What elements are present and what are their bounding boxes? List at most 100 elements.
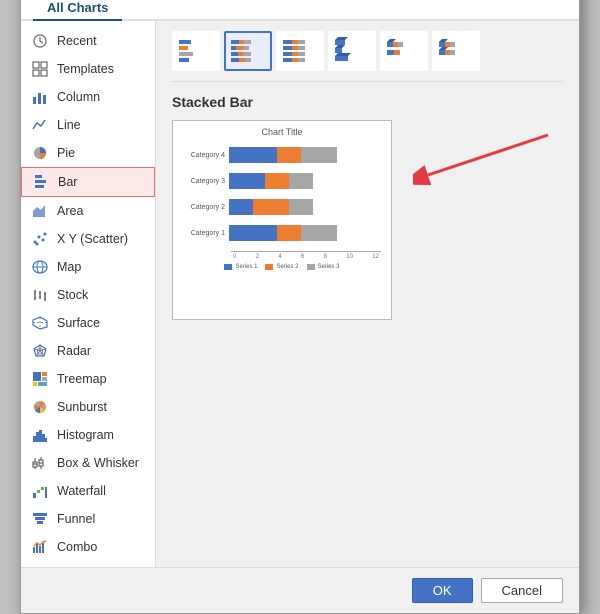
stock-icon [31, 286, 49, 304]
sidebar-item-area[interactable]: Area [21, 197, 155, 225]
treemap-icon [31, 370, 49, 388]
sidebar-item-column-label: Column [57, 90, 100, 104]
content-area: Recent Templates [21, 21, 579, 567]
chart-types-row [172, 31, 563, 82]
cat3-label: Category 3 [181, 178, 225, 185]
sidebar-item-scatter-label: X Y (Scatter) [57, 232, 128, 246]
sidebar-item-funnel[interactable]: Funnel [21, 505, 155, 533]
legend-series3: Series 3 [307, 264, 340, 270]
sidebar-item-combo[interactable]: Combo [21, 533, 155, 561]
sidebar-item-surface-label: Surface [57, 316, 100, 330]
legend: Series 1 Series 2 Series 3 [179, 264, 385, 270]
bar-row-cat3: Category 3 [229, 171, 381, 191]
chart-preview: Chart Title Category 4 Category 3 [172, 120, 392, 320]
combo-icon [31, 538, 49, 556]
cat1-s1 [229, 225, 277, 241]
sidebar-item-bar[interactable]: Bar [21, 167, 155, 197]
tab-all-charts[interactable]: All Charts [33, 0, 122, 21]
map-icon [31, 258, 49, 276]
sidebar-item-templates[interactable]: Templates [21, 55, 155, 83]
legend-s3-box [307, 264, 315, 270]
legend-series1: Series 1 [224, 264, 257, 270]
stacked-bar-btn[interactable] [224, 31, 272, 71]
sidebar-item-surface[interactable]: Surface [21, 309, 155, 337]
sidebar: Recent Templates [21, 21, 156, 567]
axis-ticks: 0 2 4 6 8 10 12 [231, 254, 381, 260]
surface-icon [31, 314, 49, 332]
preview-area: Chart Title Category 4 Category 3 [172, 120, 563, 557]
legend-s2-box [265, 264, 273, 270]
line-icon [31, 116, 49, 134]
axis-line [231, 251, 381, 252]
sidebar-item-bar-label: Bar [58, 175, 77, 189]
sidebar-item-map-label: Map [57, 260, 81, 274]
ok-button[interactable]: OK [412, 578, 473, 603]
arrow-area [402, 120, 563, 200]
cat2-label: Category 2 [181, 204, 225, 211]
sidebar-item-scatter[interactable]: X Y (Scatter) [21, 225, 155, 253]
sidebar-item-histogram-label: Histogram [57, 428, 114, 442]
column-icon [31, 88, 49, 106]
sidebar-item-funnel-label: Funnel [57, 512, 95, 526]
bar-row-cat2: Category 2 [229, 197, 381, 217]
main-panel: Stacked Bar Chart Title Category 4 [156, 21, 579, 567]
sidebar-item-column[interactable]: Column [21, 83, 155, 111]
cat3-s3 [289, 173, 313, 189]
bar-row-cat4: Category 4 [229, 145, 381, 165]
tabs-bar: All Charts [21, 0, 579, 21]
sidebar-item-map[interactable]: Map [21, 253, 155, 281]
sidebar-item-pie[interactable]: Pie [21, 139, 155, 167]
100-stacked-3d-bar-btn[interactable] [432, 31, 480, 71]
sidebar-item-histogram[interactable]: Histogram [21, 421, 155, 449]
pie-icon [31, 144, 49, 162]
sidebar-item-waterfall-label: Waterfall [57, 484, 106, 498]
cat4-s3 [301, 147, 337, 163]
funnel-icon [31, 510, 49, 528]
sidebar-item-recent[interactable]: Recent [21, 27, 155, 55]
sidebar-item-recent-label: Recent [57, 34, 97, 48]
insert-chart-dialog: Insert Chart ? ✕ All Charts Recent [20, 0, 580, 614]
sidebar-item-line[interactable]: Line [21, 111, 155, 139]
legend-s1-box [224, 264, 232, 270]
bar-icon [32, 173, 50, 191]
sidebar-item-templates-label: Templates [57, 62, 114, 76]
radar-icon [31, 342, 49, 360]
cat2-s3 [289, 199, 313, 215]
box-whisker-icon [31, 454, 49, 472]
legend-series2: Series 2 [265, 264, 298, 270]
sidebar-item-treemap-label: Treemap [57, 372, 107, 386]
cat4-s2 [277, 147, 301, 163]
recent-icon [31, 32, 49, 50]
sidebar-item-combo-label: Combo [57, 540, 97, 554]
sidebar-item-stock[interactable]: Stock [21, 281, 155, 309]
cat1-s3 [301, 225, 337, 241]
sidebar-item-area-label: Area [57, 204, 83, 218]
sidebar-item-sunburst-label: Sunburst [57, 400, 107, 414]
sidebar-item-radar[interactable]: Radar [21, 337, 155, 365]
sidebar-item-stock-label: Stock [57, 288, 88, 302]
100-stacked-bar-btn[interactable] [276, 31, 324, 71]
scatter-icon [31, 230, 49, 248]
sidebar-item-sunburst[interactable]: Sunburst [21, 393, 155, 421]
area-icon [31, 202, 49, 220]
sidebar-item-radar-label: Radar [57, 344, 91, 358]
stacked-3d-bar-btn[interactable] [380, 31, 428, 71]
red-arrow [413, 120, 553, 200]
sidebar-item-treemap[interactable]: Treemap [21, 365, 155, 393]
sidebar-item-line-label: Line [57, 118, 81, 132]
histogram-icon [31, 426, 49, 444]
cat4-label: Category 4 [181, 152, 225, 159]
sidebar-item-box-whisker[interactable]: Box & Whisker [21, 449, 155, 477]
cancel-button[interactable]: Cancel [481, 578, 563, 603]
selected-type-label: Stacked Bar [172, 94, 563, 110]
cat2-s2 [253, 199, 289, 215]
clustered-bar-btn[interactable] [172, 31, 220, 71]
clustered-3d-bar-btn[interactable] [328, 31, 376, 71]
sunburst-icon [31, 398, 49, 416]
sidebar-item-waterfall[interactable]: Waterfall [21, 477, 155, 505]
bar-row-cat1: Category 1 [229, 223, 381, 243]
sidebar-item-pie-label: Pie [57, 146, 75, 160]
chart-preview-title: Chart Title [179, 127, 385, 137]
cat1-s2 [277, 225, 301, 241]
axis-container: 0 2 4 6 8 10 12 [179, 247, 385, 260]
